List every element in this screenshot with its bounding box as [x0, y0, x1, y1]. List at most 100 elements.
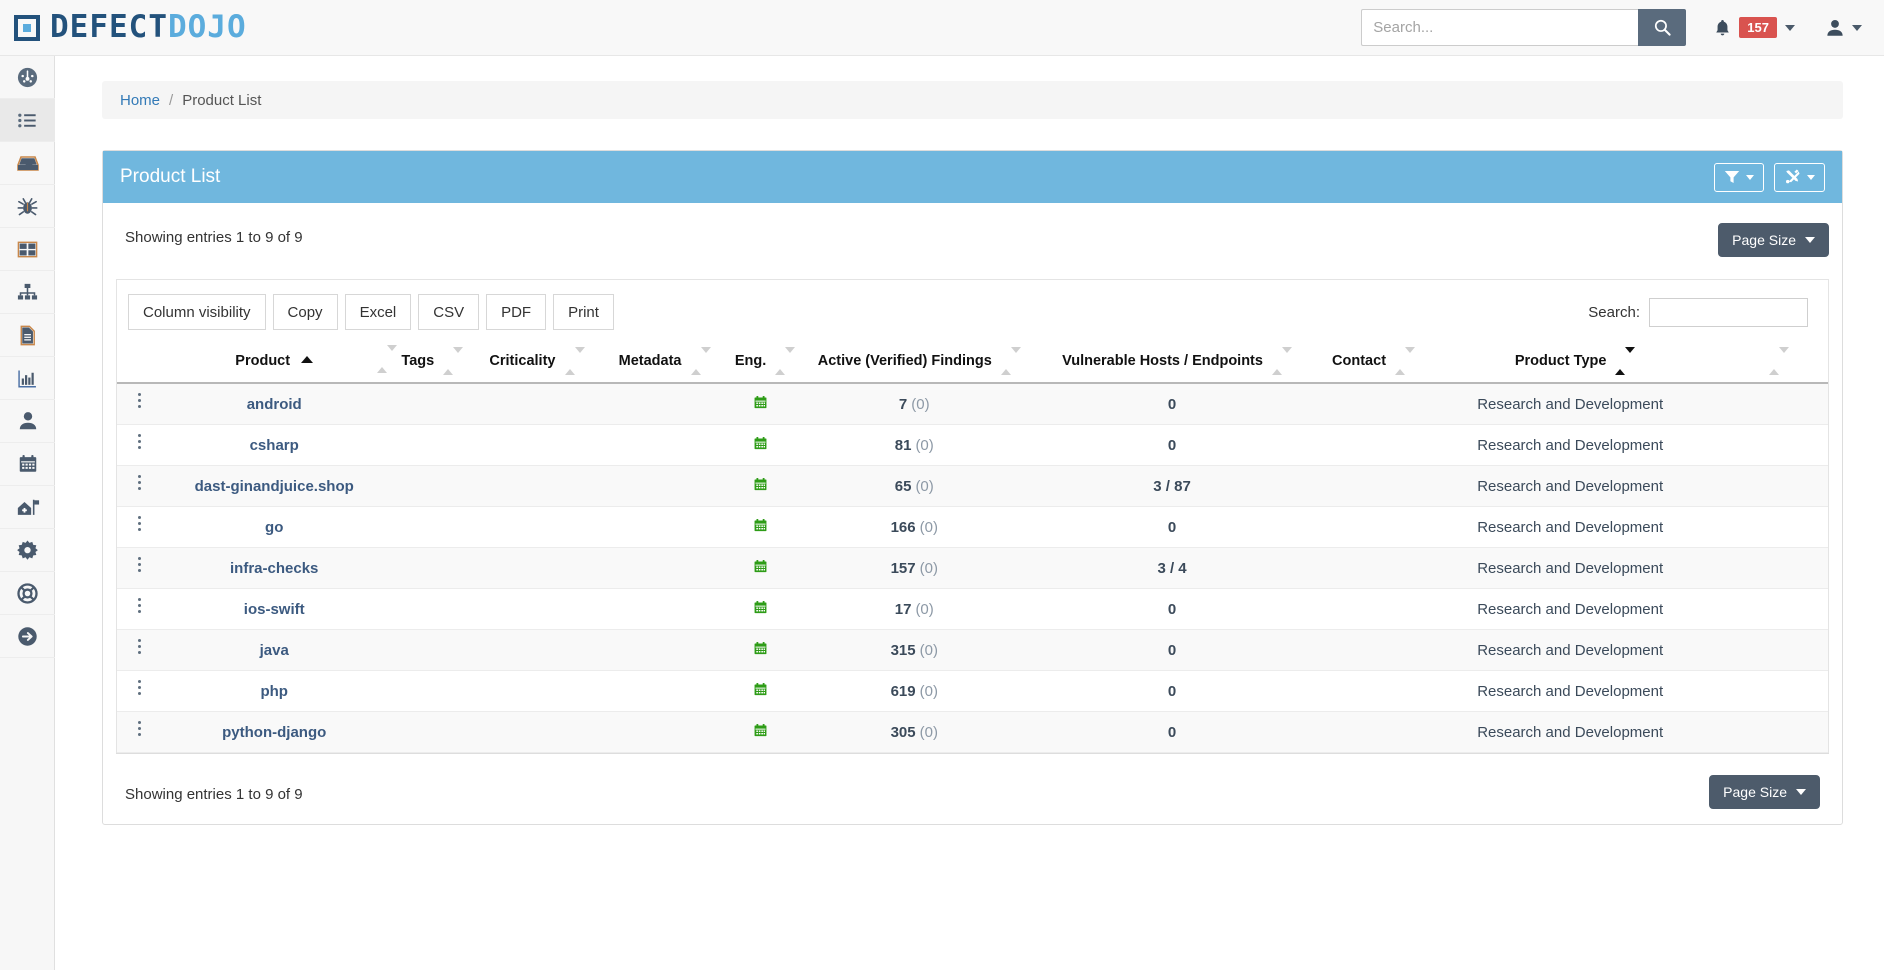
product-name-cell[interactable]: dast-ginandjuice.shop	[161, 465, 387, 508]
sidebar-item-reports[interactable]	[0, 314, 55, 357]
calendar-green-icon[interactable]	[753, 641, 768, 660]
product-name-cell[interactable]: ios-swift	[161, 588, 387, 631]
product-name-cell[interactable]: infra-checks	[161, 547, 387, 590]
sidebar-item-endpoints[interactable]	[0, 228, 55, 271]
th-product-type[interactable]: Product Type	[1424, 340, 1716, 385]
datatable-search-input[interactable]	[1649, 297, 1808, 327]
table-row[interactable]: android 7 (0) 0 Research and Development	[117, 383, 1828, 426]
row-actions-menu-icon[interactable]	[137, 475, 141, 493]
engagement-cell[interactable]	[723, 383, 797, 426]
product-link[interactable]: php	[260, 683, 288, 700]
column-visibility-button[interactable]: Column visibility	[128, 294, 266, 330]
table-row[interactable]: php 619 (0) 0 Research and Development	[117, 670, 1828, 713]
product-name-cell[interactable]: csharp	[161, 424, 387, 467]
row-actions-menu-icon[interactable]	[137, 393, 141, 411]
th-product[interactable]: Product	[161, 340, 397, 385]
product-link[interactable]: infra-checks	[230, 560, 318, 577]
product-link[interactable]: java	[260, 642, 289, 659]
breadcrumb-home-link[interactable]: Home	[120, 92, 160, 109]
page-size-button-top[interactable]: Page Size	[1718, 223, 1829, 257]
engagement-cell[interactable]	[723, 424, 797, 467]
tools-button[interactable]	[1774, 162, 1825, 192]
row-actions-menu-icon[interactable]	[137, 434, 141, 452]
row-actions-menu-icon[interactable]	[137, 598, 141, 616]
sidebar-item-metrics[interactable]	[0, 357, 55, 400]
sidebar-item-inbox[interactable]	[0, 142, 55, 185]
th-engagements[interactable]: Eng.	[723, 340, 797, 385]
excel-button[interactable]: Excel	[344, 294, 412, 330]
row-actions-menu-icon[interactable]	[137, 721, 141, 739]
product-link[interactable]: csharp	[250, 437, 299, 454]
calendar-green-icon[interactable]	[753, 600, 768, 619]
row-actions-menu-icon[interactable]	[137, 680, 141, 698]
row-menu-cell[interactable]	[117, 588, 162, 631]
th-criticality[interactable]: Criticality	[468, 340, 596, 385]
product-name-cell[interactable]: php	[161, 670, 387, 713]
row-menu-cell[interactable]	[117, 547, 162, 590]
calendar-green-icon[interactable]	[753, 395, 768, 414]
sidebar-item-logout[interactable]	[0, 615, 55, 658]
th-vulnerable-hosts[interactable]: Vulnerable Hosts / Endpoints	[1031, 340, 1313, 385]
table-row[interactable]: java 315 (0) 0 Research and Development	[117, 629, 1828, 672]
product-link[interactable]: go	[265, 519, 283, 536]
copy-button[interactable]: Copy	[272, 294, 338, 330]
th-active-findings[interactable]: Active (Verified) Findings	[796, 340, 1032, 385]
notifications-menu[interactable]: 157	[1714, 16, 1795, 39]
engagement-cell[interactable]	[723, 670, 797, 713]
engagement-cell[interactable]	[723, 629, 797, 672]
brand-logo[interactable]: DEFECTDOJO	[14, 12, 247, 43]
sidebar-item-settings[interactable]	[0, 529, 55, 572]
th-trailing[interactable]	[1715, 340, 1828, 385]
sidebar-item-calendar[interactable]	[0, 443, 55, 486]
product-link[interactable]: android	[247, 396, 302, 413]
th-metadata[interactable]: Metadata	[595, 340, 724, 385]
row-actions-menu-icon[interactable]	[137, 639, 141, 657]
row-menu-cell[interactable]	[117, 506, 162, 549]
sidebar-item-support[interactable]	[0, 572, 55, 615]
engagement-cell[interactable]	[723, 547, 797, 590]
th-tags[interactable]: Tags	[386, 340, 469, 385]
calendar-green-icon[interactable]	[753, 518, 768, 537]
row-actions-menu-icon[interactable]	[137, 557, 141, 575]
product-name-cell[interactable]: java	[161, 629, 387, 672]
engagement-cell[interactable]	[723, 711, 797, 754]
table-row[interactable]: infra-checks 157 (0) 3 / 4 Research and Deve…	[117, 547, 1828, 590]
print-button[interactable]: Print	[553, 294, 614, 330]
user-menu[interactable]	[1825, 18, 1862, 38]
calendar-green-icon[interactable]	[753, 559, 768, 578]
table-row[interactable]: dast-ginandjuice.shop 65 (0) 3 / 87 Research…	[117, 465, 1828, 508]
product-name-cell[interactable]: go	[161, 506, 387, 549]
row-menu-cell[interactable]	[117, 670, 162, 713]
global-search-input[interactable]	[1361, 9, 1639, 46]
product-link[interactable]: python-django	[222, 724, 326, 741]
engagement-cell[interactable]	[723, 506, 797, 549]
engagement-cell[interactable]	[723, 588, 797, 631]
sidebar-item-users[interactable]	[0, 400, 55, 443]
sidebar-item-dashboard[interactable]	[0, 56, 55, 99]
row-menu-cell[interactable]	[117, 465, 162, 508]
filter-button[interactable]	[1714, 162, 1764, 192]
page-size-button-bottom[interactable]: Page Size	[1709, 774, 1820, 809]
row-menu-cell[interactable]	[117, 383, 162, 426]
row-menu-cell[interactable]	[117, 711, 162, 754]
table-row[interactable]: python-django 305 (0) 0 Research and Develop…	[117, 711, 1828, 754]
row-actions-menu-icon[interactable]	[137, 516, 141, 534]
table-row[interactable]: go 166 (0) 0 Research and Development	[117, 506, 1828, 549]
sidebar-item-benchmarks[interactable]	[0, 486, 55, 529]
product-name-cell[interactable]: android	[161, 383, 387, 426]
pdf-button[interactable]: PDF	[486, 294, 547, 330]
calendar-green-icon[interactable]	[753, 436, 768, 455]
product-link[interactable]: dast-ginandjuice.shop	[195, 478, 354, 495]
table-row[interactable]: ios-swift 17 (0) 0 Research and Development	[117, 588, 1828, 631]
global-search-button[interactable]	[1638, 9, 1687, 46]
product-link[interactable]: ios-swift	[244, 601, 305, 618]
table-row[interactable]: csharp 81 (0) 0 Research and Development	[117, 424, 1828, 467]
row-menu-cell[interactable]	[117, 424, 162, 467]
sidebar-item-product-list[interactable]	[0, 99, 55, 142]
th-contact[interactable]: Contact	[1312, 340, 1425, 385]
calendar-green-icon[interactable]	[753, 477, 768, 496]
engagement-cell[interactable]	[723, 465, 797, 508]
calendar-green-icon[interactable]	[753, 682, 768, 701]
sidebar-item-findings[interactable]	[0, 185, 55, 228]
product-name-cell[interactable]: python-django	[161, 711, 387, 754]
